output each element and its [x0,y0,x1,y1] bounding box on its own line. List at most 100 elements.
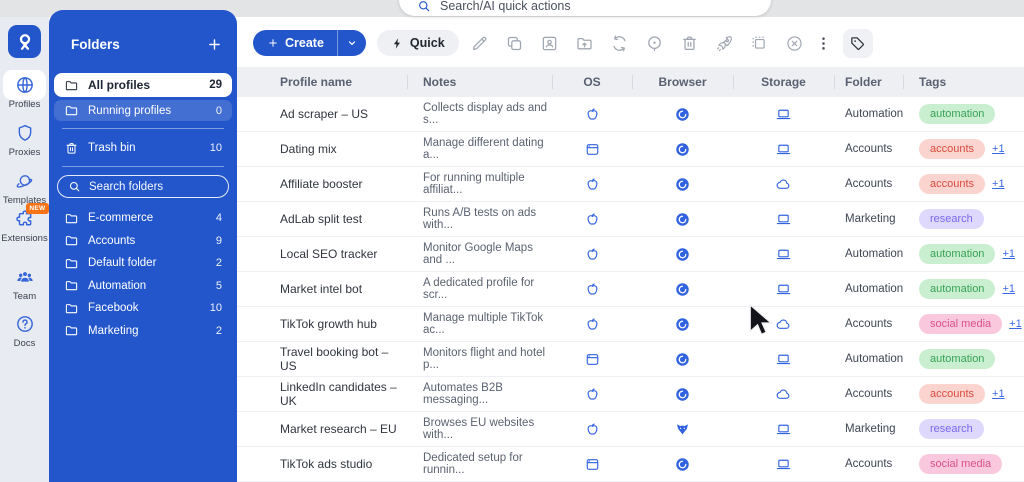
profile-row-adlab-split-test[interactable]: AdLab split testRuns A/B tests on ads wi… [237,202,1024,237]
tag-pill[interactable]: social media [919,314,1002,334]
profile-row-local-seo-tracker[interactable]: Local SEO trackerMonitor Google Maps and… [237,237,1024,272]
create-button-group: Create [253,30,366,56]
more-tags-link[interactable]: +1 [992,388,1005,400]
edit-button[interactable] [464,29,494,57]
column-header-profile-name[interactable]: Profile name [237,67,407,97]
more-tags-link[interactable]: +1 [992,143,1005,155]
column-header-browser[interactable]: Browser [632,67,733,97]
profile-row-market-research-eu[interactable]: Market research – EUBrowses EU websites … [237,412,1024,447]
duplicate-button[interactable] [499,29,529,57]
sidebar-item-profiles[interactable]: Profiles [0,75,49,110]
profile-notes: Manage multiple TikTok ac... [407,312,552,336]
tag-pill[interactable]: automation [919,349,995,369]
profile-folder: Marketing [834,213,903,225]
profile-tags: social media [903,454,1024,474]
sidebar-item-docs[interactable]: Docs [0,314,49,349]
transfer-button[interactable] [709,29,739,57]
more-tags-link[interactable]: +1 [1009,318,1022,330]
search-icon [417,0,431,13]
browser-cell [632,421,733,438]
folder-icon [64,323,79,338]
profile-row-travel-booking-bot-us[interactable]: Travel booking bot – USMonitors flight a… [237,342,1024,377]
quick-button[interactable]: Quick [377,30,459,56]
profile-row-market-intel-bot[interactable]: Market intel botA dedicated profile for … [237,272,1024,307]
profiles-table: Ad scraper – USCollects display ads and … [237,97,1024,482]
sidebar-item-team[interactable]: Team [0,267,49,302]
cloud-storage-icon [775,176,792,193]
profile-name: Affiliate booster [237,177,407,191]
tag-pill[interactable]: accounts [919,139,985,159]
sidebar-item-proxies[interactable]: Proxies [0,123,49,158]
folder-item-facebook[interactable]: Facebook10 [54,297,232,320]
sidebar-item-extensions[interactable]: NEWExtensions [0,209,49,244]
tag-pill[interactable]: accounts [919,174,985,194]
more-tags-link[interactable]: +1 [992,178,1005,190]
profile-row-tiktok-growth-hub[interactable]: TikTok growth hubManage multiple TikTok … [237,307,1024,342]
more-icon [815,35,832,52]
global-search-input[interactable]: Search/AI quick actions [399,0,771,16]
profile-row-linkedin-candidates-uk[interactable]: LinkedIn candidates – UKAutomates B2B me… [237,377,1024,412]
app-logo[interactable] [8,25,41,58]
move-to-folder-button[interactable] [569,29,599,57]
storage-cell [733,106,834,123]
profile-card-icon [540,34,559,53]
profile-name: LinkedIn candidates – UK [237,380,407,408]
column-header-os[interactable]: OS [552,67,632,97]
profile-row-tiktok-ads-studio[interactable]: TikTok ads studioDedicated setup for run… [237,447,1024,482]
folder-item-all-profiles[interactable]: All profiles 29 [54,73,232,97]
column-header-storage[interactable]: Storage [733,67,834,97]
profile-tags: accounts +1 [903,384,1024,404]
more-tags-link[interactable]: +1 [1002,283,1015,295]
folder-item-marketing[interactable]: Marketing2 [54,320,232,343]
folder-count: 29 [209,79,222,91]
folder-icon [64,256,79,271]
delete-icon [680,34,699,53]
profile-card-button[interactable] [534,29,564,57]
chrome-icon [674,316,691,333]
proxy-button[interactable] [639,29,669,57]
more-tags-link[interactable]: +1 [1002,248,1015,260]
tag-pill[interactable]: accounts [919,384,985,404]
tag-pill[interactable]: automation [919,104,995,124]
sidebar-item-templates[interactable]: Templates [0,171,49,206]
create-button[interactable]: Create [253,30,337,56]
trash-bin-item[interactable]: Trash bin 10 [54,136,232,160]
folder-item-default-folder[interactable]: Default folder2 [54,252,232,275]
profile-name: Local SEO tracker [237,247,407,261]
profile-name: Market intel bot [237,282,407,296]
profile-row-ad-scraper-us[interactable]: Ad scraper – USCollects display ads and … [237,97,1024,132]
folder-item-accounts[interactable]: Accounts9 [54,230,232,253]
refresh-button[interactable] [604,29,634,57]
column-header-folder[interactable]: Folder [834,67,903,97]
search-folders-input[interactable]: Search folders [57,175,229,198]
delete-button[interactable] [674,29,704,57]
os-cell [552,211,632,228]
more-button[interactable] [814,29,832,57]
close-button[interactable] [779,29,809,57]
storage-cell [733,211,834,228]
folder-item-e-commerce[interactable]: E-commerce4 [54,207,232,230]
manage-tags-button[interactable] [843,29,873,58]
create-dropdown-button[interactable] [337,30,366,56]
windows-icon [584,141,601,158]
create-button-label: Create [285,36,324,50]
profile-row-dating-mix[interactable]: Dating mixManage different dating a...Ac… [237,132,1024,167]
column-header-tags[interactable]: Tags [903,67,1024,97]
tag-pill[interactable]: social media [919,454,1002,474]
storage-cell [733,141,834,158]
add-folder-button[interactable] [204,34,224,54]
tag-pill[interactable]: research [919,419,984,439]
tag-pill[interactable]: research [919,209,984,229]
folder-item-running-profiles[interactable]: Running profiles 0 [54,100,232,121]
window-button[interactable] [744,29,774,57]
local-storage-icon [775,246,792,263]
column-header-notes[interactable]: Notes [407,67,552,97]
profile-row-affiliate-booster[interactable]: Affiliate boosterFor running multiple af… [237,167,1024,202]
profile-notes: Manage different dating a... [407,137,552,161]
macos-icon [584,386,601,403]
shield-icon [15,123,35,143]
tag-pill[interactable]: automation [919,279,995,299]
storage-cell [733,176,834,193]
tag-pill[interactable]: automation [919,244,995,264]
folder-item-automation[interactable]: Automation5 [54,275,232,298]
